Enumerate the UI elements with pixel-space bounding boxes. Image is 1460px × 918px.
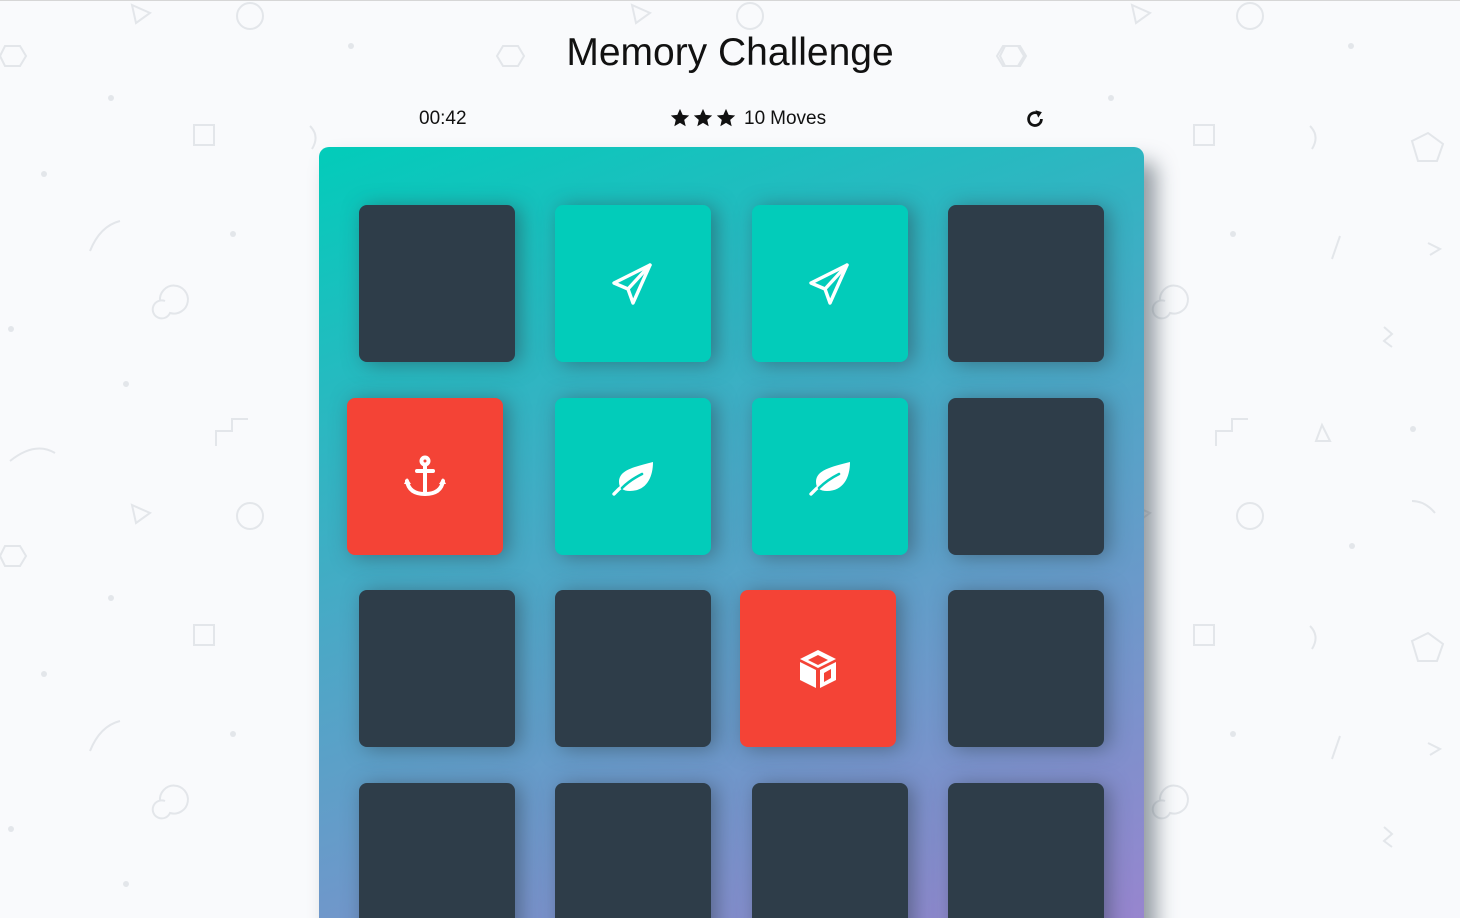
star-icon <box>670 108 690 127</box>
card-open[interactable] <box>740 590 896 747</box>
leaf-icon <box>809 461 850 496</box>
star-rating <box>669 107 737 129</box>
restart-icon[interactable] <box>1024 108 1046 130</box>
card-closed[interactable] <box>948 783 1104 918</box>
card-matched[interactable] <box>555 205 711 362</box>
card-open[interactable] <box>347 398 503 555</box>
card-matched[interactable] <box>752 398 908 555</box>
star-icon <box>716 108 736 127</box>
timer-display: 00:42 <box>419 108 467 129</box>
card-deck <box>319 147 1144 918</box>
score-panel: 00:42 10 Moves <box>0 107 1460 133</box>
card-closed[interactable] <box>359 205 515 362</box>
leaf-icon <box>612 461 653 496</box>
card-closed[interactable] <box>359 590 515 747</box>
card-closed[interactable] <box>948 590 1104 747</box>
card-closed[interactable] <box>359 783 515 918</box>
moves-count: 10 <box>744 108 766 129</box>
card-closed[interactable] <box>555 783 711 918</box>
moves-label: Moves <box>770 108 827 129</box>
paper-plane-icon <box>809 262 849 305</box>
card-closed[interactable] <box>752 783 908 918</box>
paper-plane-icon <box>612 262 652 305</box>
cube-icon <box>800 649 836 688</box>
page-title: Memory Challenge <box>566 31 894 74</box>
star-icon <box>693 108 713 127</box>
card-closed[interactable] <box>948 398 1104 555</box>
card-matched[interactable] <box>555 398 711 555</box>
card-closed[interactable] <box>555 590 711 747</box>
anchor-icon <box>404 455 446 496</box>
card-closed[interactable] <box>948 205 1104 362</box>
card-matched[interactable] <box>752 205 908 362</box>
moves-counter: 10 Moves <box>744 108 826 130</box>
